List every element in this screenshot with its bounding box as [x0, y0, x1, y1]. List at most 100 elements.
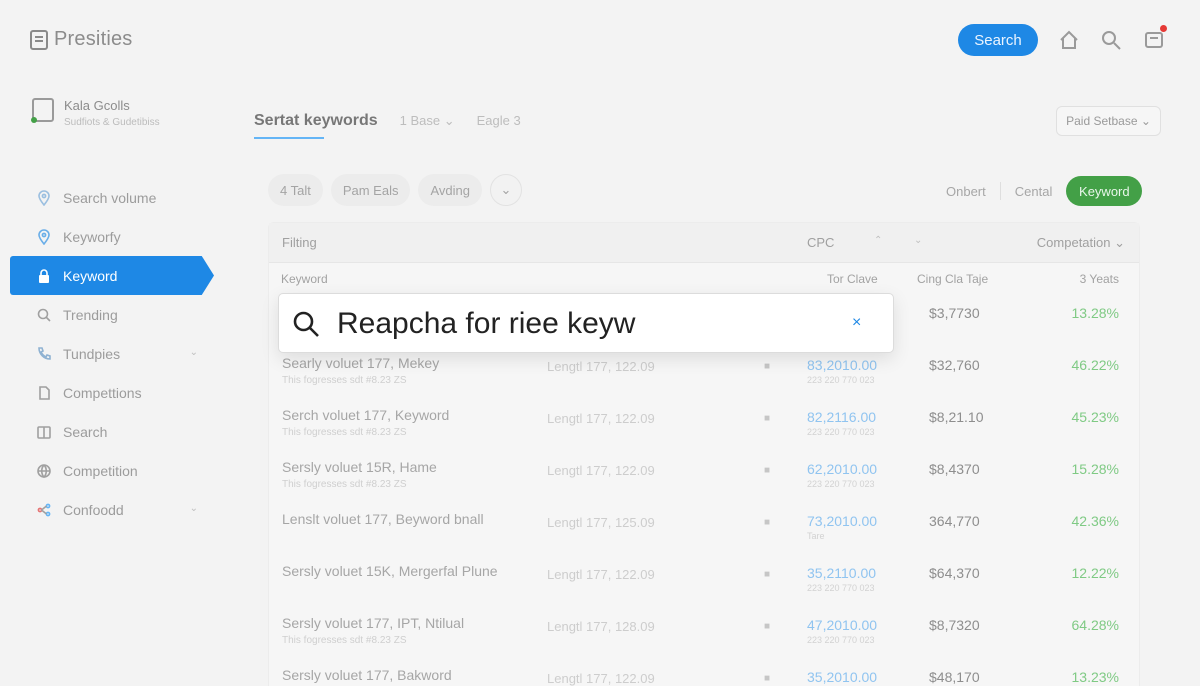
metric-value: $48,170 — [929, 669, 980, 685]
top-bar: Presities Search — [0, 0, 1200, 82]
column-header[interactable]: Tor Clave — [827, 272, 878, 286]
lock-icon — [35, 267, 53, 285]
search-icon — [291, 309, 321, 339]
keyword-cell[interactable]: Sersly voluet 177, Bakword — [282, 667, 452, 683]
table-row[interactable]: Sersly voluet 177, IPT, Ntilual This fog… — [269, 607, 1139, 659]
sidebar-item-keyword[interactable]: Keyword — [10, 256, 214, 295]
keyword-cell[interactable]: Lenslt voluet 177, Beyword bnall — [282, 511, 484, 527]
row-toggle-icon[interactable]: ■ — [764, 465, 776, 477]
row-toggle-icon[interactable]: ■ — [764, 621, 776, 633]
value-subtext: 223 220 770 023 — [807, 479, 875, 489]
metric-value: $3,7730 — [929, 305, 980, 321]
sidebar-nav: Search volume Keyworfy Keyword Trending … — [0, 178, 216, 529]
document-icon — [35, 384, 53, 402]
competition-filter[interactable]: Competation ⌄ — [1037, 235, 1125, 251]
table-row[interactable]: Searly voluet 177, Mekey This fogresses … — [269, 347, 1139, 399]
trend-percent: 12.22% — [1071, 565, 1119, 581]
keyword-cell[interactable]: Sersly voluet 15R, Hame — [282, 459, 437, 475]
page-title[interactable]: Sertat keywords — [254, 112, 378, 130]
brand[interactable]: Presities — [30, 28, 133, 51]
location-pin-icon — [35, 189, 53, 207]
search-icon — [35, 306, 53, 324]
value-cell: 73,2010.00 — [807, 513, 878, 529]
keyword-cell[interactable]: Serch voluet 177, Keyword — [282, 407, 449, 423]
account-subtitle: Sudfiots & Gudetibiss — [64, 117, 160, 128]
sidebar-item-label: Tundpies — [63, 345, 121, 362]
chevron-down-icon[interactable]: ⌄ — [490, 174, 522, 206]
search-button[interactable]: Search — [958, 24, 1038, 56]
row-toggle-icon[interactable]: ■ — [764, 361, 776, 373]
value-subtext: 223 220 770 023 — [807, 427, 875, 437]
sidebar-item-competition[interactable]: Competition — [0, 451, 216, 490]
table-row[interactable]: Sersly voluet 15K, Mergerfal Plune Lengt… — [269, 555, 1139, 607]
trend-percent: 64.28% — [1071, 617, 1119, 633]
column-header[interactable]: Keyword — [281, 272, 328, 286]
database-select[interactable]: Paid Setbase ⌄ — [1056, 106, 1161, 136]
sidebar-item-keyworfy[interactable]: Keyworfy — [0, 217, 216, 256]
keyword-cell[interactable]: Searly voluet 177, Mekey — [282, 355, 439, 371]
trend-percent: 42.36% — [1071, 513, 1119, 529]
filter-chip[interactable]: Pam Eals — [330, 174, 411, 206]
view-option[interactable]: Cental — [1005, 176, 1063, 206]
sidebar-item-confoodd[interactable]: Confoodd ⌄ — [0, 490, 216, 529]
filter-label[interactable]: Filting — [282, 235, 317, 250]
metric-value: $32,760 — [929, 357, 980, 373]
row-toggle-icon[interactable]: ■ — [764, 413, 776, 425]
length-cell: Lengtl 177, 122.09 — [547, 463, 655, 478]
table-row[interactable]: Serch voluet 177, Keyword This fogresses… — [269, 399, 1139, 451]
view-option[interactable]: Onbert — [936, 176, 996, 206]
filter-chips: 4 Talt Pam Eals Avding ⌄ — [268, 174, 522, 206]
length-cell: Lengtl 177, 122.09 — [547, 671, 655, 686]
value-cell: 35,2010.00 — [807, 669, 878, 685]
metric-value: 364,770 — [929, 513, 980, 529]
table-row[interactable]: Lenslt voluet 177, Beyword bnall Lengtl … — [269, 503, 1139, 555]
keyword-cell[interactable]: Sersly voluet 177, IPT, Ntilual — [282, 615, 464, 631]
value-cell: 47,2010.00 — [807, 617, 878, 633]
divider — [999, 182, 1001, 200]
value-subtext: 223 220 770 023 — [807, 583, 875, 593]
sidebar-item-label: Keyworfy — [63, 228, 121, 245]
main-content: Sertat keywords 1 Base ⌄ Eagle 3 Paid Se… — [216, 82, 1200, 686]
table-header: Keyword Tor Clave Cing Cla Taje 3 Yeats — [269, 263, 1139, 295]
column-header[interactable]: Cing Cla Taje — [917, 272, 988, 286]
value-subtext: Tare — [807, 531, 825, 541]
length-cell: Lengtl 177, 125.09 — [547, 515, 655, 530]
filter-chip[interactable]: 4 Talt — [268, 174, 323, 206]
keyword-search-input[interactable] — [337, 302, 817, 346]
search-icon[interactable] — [1100, 29, 1122, 51]
trend-percent: 46.22% — [1071, 357, 1119, 373]
sidebar-item-label: Confoodd — [63, 501, 124, 518]
sort-down-icon[interactable]: ⌄ — [914, 235, 922, 246]
metric-value: $8,21.10 — [929, 409, 984, 425]
sidebar-item-search[interactable]: Search — [0, 412, 216, 451]
sidebar-item-trending[interactable]: Trending — [0, 295, 216, 334]
close-icon[interactable]: × — [852, 313, 861, 333]
account-name: Kala Gcolls — [64, 98, 130, 113]
filter-chip[interactable]: Avding — [418, 174, 482, 206]
sidebar-item-tundpies[interactable]: Tundpies ⌄ — [0, 334, 216, 373]
home-icon[interactable] — [1058, 29, 1080, 51]
table-row[interactable]: Sersly voluet 177, Bakword Lengtl 177, 1… — [269, 659, 1139, 686]
account[interactable]: Kala Gcolls Sudfiots & Gudetibiss — [31, 98, 160, 128]
sidebar-item-compettions[interactable]: Compettions — [0, 373, 216, 412]
view-option-active[interactable]: Keyword — [1066, 176, 1143, 206]
cpc-filter[interactable]: CPC — [807, 235, 834, 250]
metric-value: $8,7320 — [929, 617, 980, 633]
sort-up-icon[interactable]: ⌃ — [874, 235, 882, 246]
table-filter-row: Filting CPC ⌃ ⌄ Competation ⌄ — [269, 223, 1139, 263]
row-toggle-icon[interactable]: ■ — [764, 673, 776, 685]
metric-value: $8,4370 — [929, 461, 980, 477]
column-header[interactable]: 3 Yeats — [1080, 272, 1119, 286]
page-meta: Eagle 3 — [476, 113, 521, 128]
row-toggle-icon[interactable]: ■ — [764, 569, 776, 581]
trend-percent: 15.28% — [1071, 461, 1119, 477]
keyword-cell[interactable]: Sersly voluet 15K, Mergerfal Plune — [282, 563, 498, 579]
row-toggle-icon[interactable]: ■ — [764, 517, 776, 529]
chevron-down-icon[interactable]: ⌄ — [190, 503, 198, 514]
notification-icon[interactable] — [1143, 25, 1167, 51]
sidebar-item-search-volume[interactable]: Search volume — [0, 178, 216, 217]
location-pin-icon — [35, 228, 53, 246]
table-row[interactable]: Sersly voluet 15R, Hame This fogresses s… — [269, 451, 1139, 503]
chevron-down-icon[interactable]: ⌄ — [190, 347, 198, 358]
base-selector[interactable]: 1 Base ⌄ — [400, 113, 455, 129]
